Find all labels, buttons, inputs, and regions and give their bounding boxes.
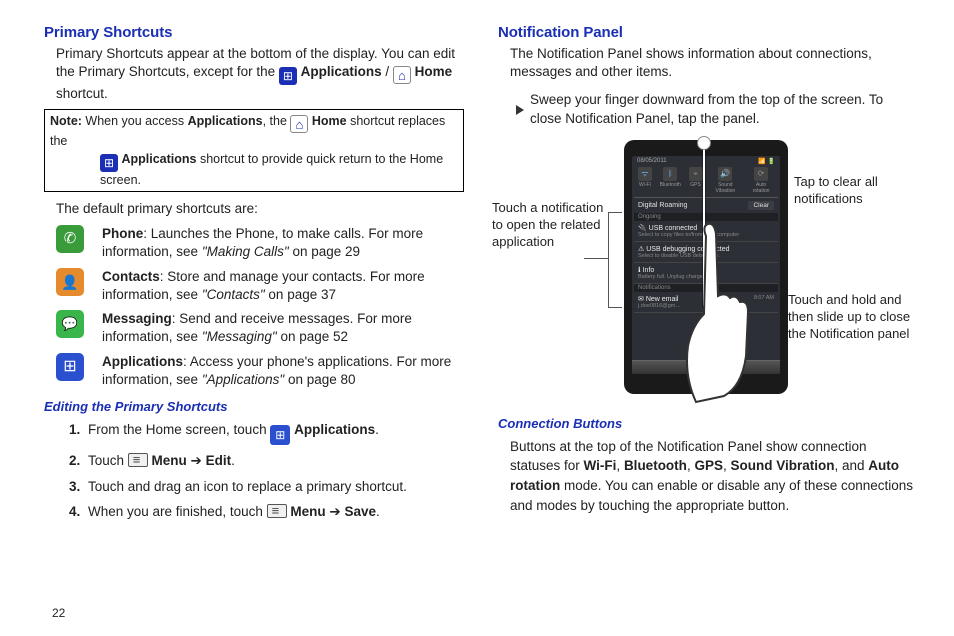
notif-email[interactable]: ✉ New email j.doe0816@gm… 8:07 AM xyxy=(634,292,778,313)
notification-intro: The Notification Panel shows information… xyxy=(510,45,916,81)
callout-touch-notification: Touch a notification to open the related… xyxy=(492,200,608,251)
connection-buttons-text: Buttons at the top of the Notification P… xyxy=(510,437,916,515)
phone-screen: 08/05/2011 📶 🔋 ᯤWi-Fi ᛒBluetooth ⌖GPS 🔊S… xyxy=(632,156,780,374)
toggle-sound[interactable]: 🔊Sound Vibration xyxy=(710,167,740,194)
heading-notification-panel: Notification Panel xyxy=(498,24,916,41)
applications-icon xyxy=(270,425,290,445)
callout-clear-all: Tap to clear all notifications xyxy=(794,174,918,208)
applications-icon xyxy=(100,154,118,172)
toggle-rotation[interactable]: ⟳Auto rotation xyxy=(748,167,774,194)
menu-icon xyxy=(267,504,287,518)
heading-primary-shortcuts: Primary Shortcuts xyxy=(44,24,464,41)
menu-icon xyxy=(128,453,148,467)
swipe-indicator-dot xyxy=(697,136,711,150)
leader-line xyxy=(584,258,608,259)
callout-close-panel: Touch and hold and then slide up to clos… xyxy=(788,292,918,343)
bracket-icon xyxy=(608,212,622,308)
toggle-bluetooth[interactable]: ᛒBluetooth xyxy=(660,167,681,194)
step-2: Touch MenuEdit. xyxy=(84,452,464,471)
notif-usb-debugging[interactable]: ⚠ USB debugging connected Select to disa… xyxy=(634,242,778,263)
step-3: Touch and drag an icon to replace a prim… xyxy=(84,478,464,497)
status-bar: 08/05/2011 📶 🔋 xyxy=(634,158,778,165)
notification-panel-figure: Touch a notification to open the related… xyxy=(498,136,916,406)
swipe-indicator-line xyxy=(703,140,705,306)
heading-editing-shortcuts: Editing the Primary Shortcuts xyxy=(44,399,464,414)
notifications-header: Notifications xyxy=(634,284,778,292)
home-icon xyxy=(290,115,308,133)
toggle-gps[interactable]: ⌖GPS xyxy=(689,167,703,194)
triangle-bullet-icon xyxy=(516,105,524,115)
default-shortcuts-label: The default primary shortcuts are: xyxy=(56,200,464,218)
shortcut-messaging: Messaging: Send and receive messages. Fo… xyxy=(56,310,464,346)
left-column: Primary Shortcuts Primary Shortcuts appe… xyxy=(44,24,464,618)
toggle-wifi[interactable]: ᯤWi-Fi xyxy=(638,167,652,194)
shortcut-applications: Applications: Access your phone's applic… xyxy=(56,353,464,389)
signal-icon: 📶 🔋 xyxy=(758,158,775,165)
heading-connection-buttons: Connection Buttons xyxy=(498,416,916,431)
phone-mockup: 08/05/2011 📶 🔋 ᯤWi-Fi ᛒBluetooth ⌖GPS 🔊S… xyxy=(624,140,788,394)
editing-steps: From the Home screen, touch Applications… xyxy=(84,421,464,523)
notif-usb-connected[interactable]: 🔌 USB connected Select to copy files to/… xyxy=(634,221,778,242)
toggle-row: ᯤWi-Fi ᛒBluetooth ⌖GPS 🔊Sound Vibration … xyxy=(634,167,778,198)
sweep-instruction: Sweep your finger downward from the top … xyxy=(516,91,916,127)
home-icon xyxy=(393,66,411,84)
applications-icon xyxy=(56,353,84,381)
phone-icon xyxy=(56,225,84,253)
primary-shortcuts-intro: Primary Shortcuts appear at the bottom o… xyxy=(56,45,464,103)
ongoing-header: Ongoing xyxy=(634,213,778,221)
page-number: 22 xyxy=(52,606,65,620)
step-1: From the Home screen, touch Applications… xyxy=(84,421,464,445)
contacts-icon xyxy=(56,268,84,296)
clear-button[interactable]: Clear xyxy=(748,201,774,210)
panel-handle[interactable] xyxy=(632,360,780,374)
shortcut-contacts: Contacts: Store and manage your contacts… xyxy=(56,268,464,304)
step-4: When you are finished, touch MenuSave. xyxy=(84,503,464,522)
messaging-icon xyxy=(56,310,84,338)
roaming-row: Digital Roaming Clear xyxy=(634,198,778,213)
note-box: Note: When you access Applications, the … xyxy=(44,109,464,192)
right-column: Notification Panel The Notification Pane… xyxy=(498,24,916,618)
notif-info[interactable]: ℹ Info Battery full. Unplug charger xyxy=(634,263,778,284)
applications-icon xyxy=(279,67,297,85)
shortcut-phone: Phone: Launches the Phone, to make calls… xyxy=(56,225,464,261)
